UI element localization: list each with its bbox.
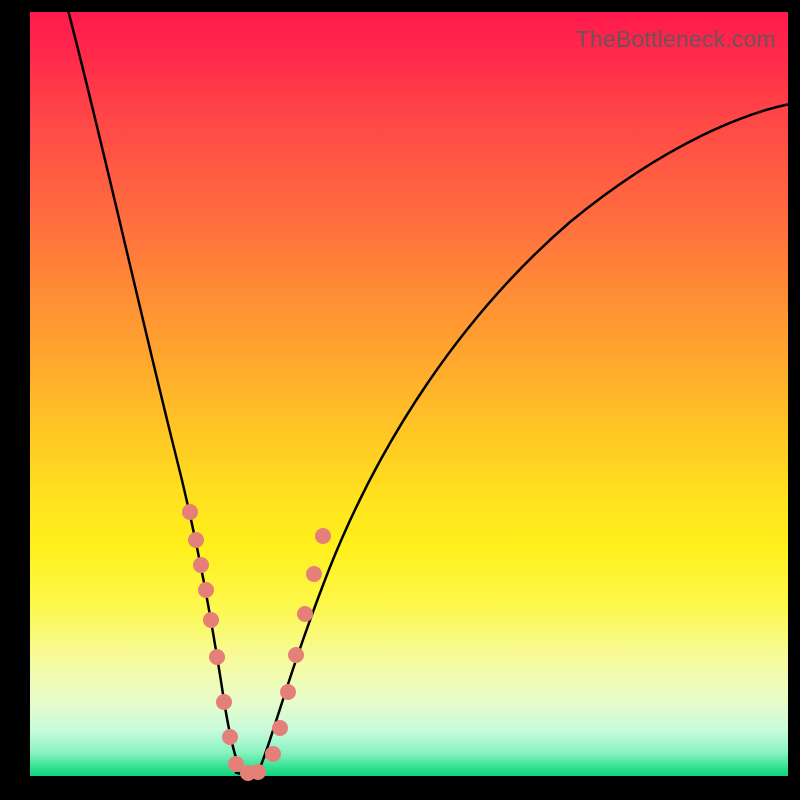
marker-dot [280,684,296,700]
marker-dot [216,694,232,710]
marker-dot [209,649,225,665]
marker-dot [222,729,238,745]
marker-dot [306,566,322,582]
marker-dot [250,764,266,780]
marker-dot [182,504,198,520]
marker-dot [288,647,304,663]
marker-dot [198,582,214,598]
chart-frame: TheBottleneck.com [30,12,788,776]
marker-dot [297,606,313,622]
marker-dot [315,528,331,544]
marker-dot [188,532,204,548]
bottleneck-curve [30,12,788,776]
marker-dot [272,720,288,736]
curve-right [258,104,790,772]
marker-dot [265,746,281,762]
marker-dot [203,612,219,628]
marker-dot [193,557,209,573]
